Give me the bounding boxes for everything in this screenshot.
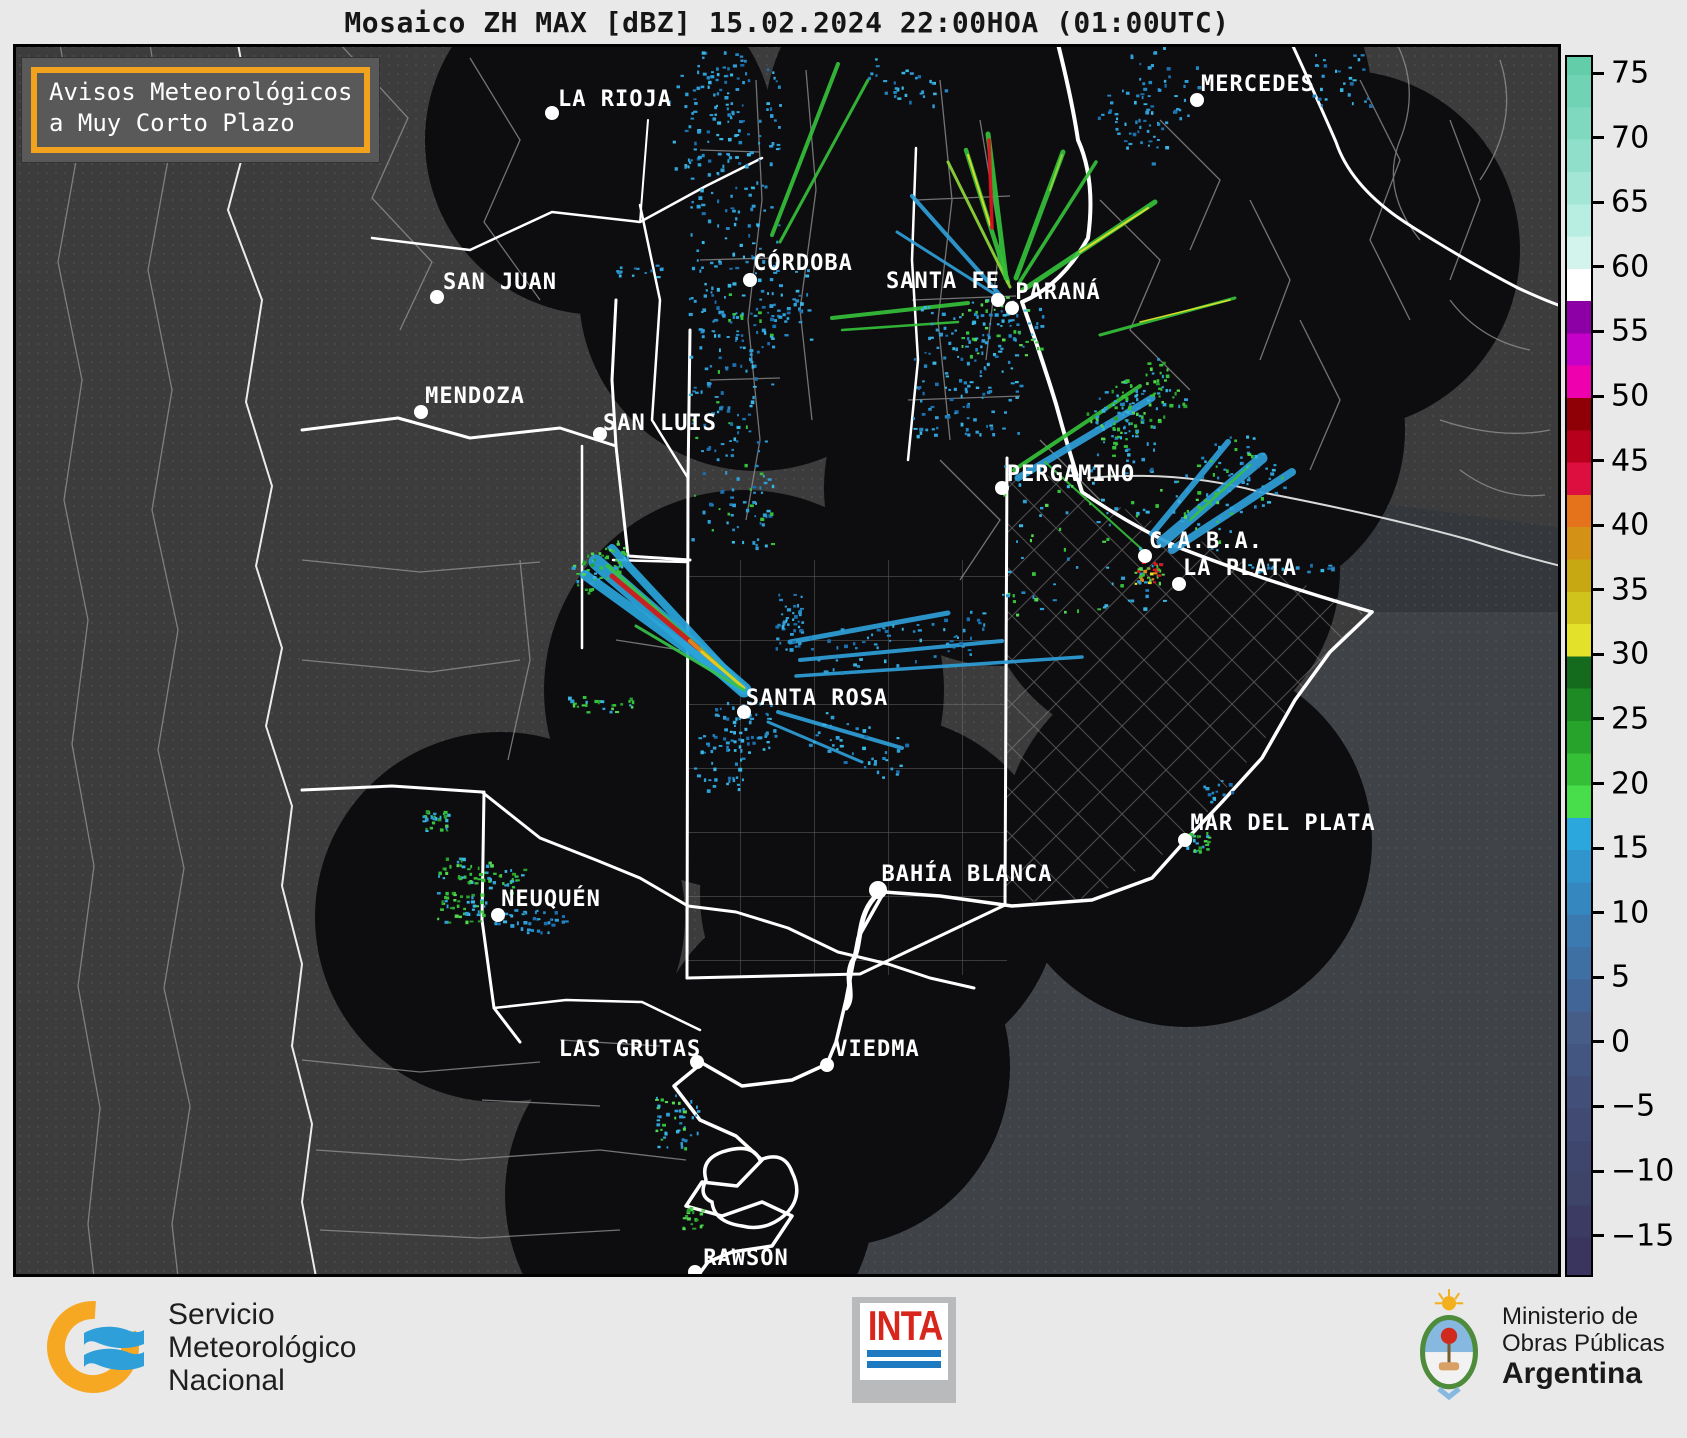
colorbar-tick xyxy=(1593,1169,1604,1173)
inta-bar-1 xyxy=(867,1350,941,1357)
colorbar: 75 70 65 60 55 50 45 40 35 30 25 20 15 10 5 0 −5 −10 −15 xyxy=(1565,55,1687,1277)
colorbar-tick xyxy=(1593,588,1604,592)
city-label: MENDOZA xyxy=(425,384,525,409)
colorbar-tick xyxy=(1593,717,1604,721)
city-label: SANTA ROSA xyxy=(746,686,888,711)
colorbar-tick xyxy=(1593,265,1604,269)
smn-line-1: Servicio xyxy=(168,1297,275,1331)
warning-banner-border: Avisos Meteorológicos a Muy Corto Plazo xyxy=(31,67,371,153)
city-label: VIEDMA xyxy=(834,1037,919,1062)
city-dot xyxy=(991,293,1005,307)
warning-banner: Avisos Meteorológicos a Muy Corto Plazo xyxy=(22,58,380,162)
city-dot xyxy=(430,290,444,304)
colorbar-tick-label: 70 xyxy=(1611,120,1650,156)
colorbar-tick-label: 45 xyxy=(1611,443,1650,479)
city-label: MERCEDES xyxy=(1201,72,1315,97)
argentina-coat-of-arms-icon xyxy=(1420,1289,1478,1401)
city-label: PARANÁ xyxy=(1015,279,1100,305)
colorbar-tick-label: 5 xyxy=(1611,959,1631,995)
colorbar-tick-label: 15 xyxy=(1611,830,1650,866)
colorbar-gradient xyxy=(1565,55,1593,1277)
colorbar-tick-label: −5 xyxy=(1611,1088,1656,1124)
ministry-line-1: Ministerio de xyxy=(1502,1302,1639,1330)
colorbar-tick-label: 35 xyxy=(1611,572,1650,608)
colorbar-tick xyxy=(1593,975,1604,979)
ministry-line-3: Argentina xyxy=(1502,1356,1643,1390)
colorbar-tick-label: 55 xyxy=(1611,313,1650,349)
colorbar-tick xyxy=(1593,394,1604,398)
footer: Servicio Meteorológico Nacional INTA Min… xyxy=(0,1277,1687,1438)
inta-logo-inner: INTA xyxy=(860,1303,948,1380)
inta-bar-2 xyxy=(867,1361,941,1368)
colorbar-tick xyxy=(1593,71,1604,75)
colorbar-tick xyxy=(1593,1040,1604,1044)
radar-mosaic-product: Mosaico ZH MAX [dBZ] 15.02.2024 22:00HOA… xyxy=(0,0,1687,1438)
city-label: SANTA FE xyxy=(886,269,1000,294)
colorbar-tick-label: 10 xyxy=(1611,895,1650,931)
city-label: LA RIOJA xyxy=(558,87,672,112)
colorbar-tick xyxy=(1593,459,1604,463)
colorbar-tick-label: −10 xyxy=(1611,1153,1675,1189)
city-dot xyxy=(545,106,559,120)
city-label: RAWSON xyxy=(703,1246,788,1271)
warning-line-2: a Muy Corto Plazo xyxy=(49,109,295,137)
colorbar-tick-label: 50 xyxy=(1611,378,1650,414)
warning-line-1: Avisos Meteorológicos xyxy=(49,78,353,106)
city-label: C.A.B.A. xyxy=(1149,529,1263,554)
colorbar-tick-label: 0 xyxy=(1611,1024,1631,1060)
smn-logo-block: Servicio Meteorológico Nacional xyxy=(44,1293,356,1401)
colorbar-tick xyxy=(1593,846,1604,850)
inta-wordmark: INTA xyxy=(867,1302,943,1349)
colorbar-tick xyxy=(1593,911,1604,915)
colorbar-tick-label: 60 xyxy=(1611,249,1650,285)
city-label: SAN JUAN xyxy=(443,270,557,295)
colorbar-tick xyxy=(1593,136,1604,140)
colorbar-tick xyxy=(1593,782,1604,786)
colorbar-tick xyxy=(1593,523,1604,527)
city-label: LAS GRUTAS xyxy=(559,1037,701,1062)
city-label: NEUQUÉN xyxy=(501,886,601,912)
colorbar-tick-label: 65 xyxy=(1611,184,1650,220)
colorbar-tick-label: 75 xyxy=(1611,55,1650,91)
city-label: CÓRDOBA xyxy=(753,250,853,276)
radar-map: LA RIOJA MERCEDES SAN JUAN CÓRDOBA SANTA FE P… xyxy=(13,44,1561,1277)
colorbar-tick-label: 20 xyxy=(1611,766,1650,802)
colorbar-tick xyxy=(1593,1104,1604,1108)
smn-line-3: Nacional xyxy=(168,1363,285,1397)
city-label: MAR DEL PLATA xyxy=(1190,811,1375,836)
ministry-logo-block: Ministerio de Obras Públicas Argentina xyxy=(1412,1287,1665,1405)
smn-logo-text: Servicio Meteorológico Nacional xyxy=(168,1298,356,1397)
page-title: Mosaico ZH MAX [dBZ] 15.02.2024 22:00HOA… xyxy=(344,6,1230,39)
city-dot xyxy=(820,1058,834,1072)
ministry-line-2: Obras Públicas xyxy=(1502,1329,1665,1357)
colorbar-tick-label: 25 xyxy=(1611,701,1650,737)
smn-line-2: Meteorológico xyxy=(168,1330,357,1364)
city-label: SAN LUIS xyxy=(603,411,717,436)
colorbar-tick xyxy=(1593,652,1604,656)
city-label: LA PLATA xyxy=(1183,556,1297,581)
colorbar-tick xyxy=(1593,1234,1604,1238)
city-label: PERGAMINO xyxy=(1007,462,1135,487)
colorbar-tick xyxy=(1593,200,1604,204)
city-label: BAHÍA BLANCA xyxy=(882,861,1053,887)
colorbar-tick-label: 40 xyxy=(1611,507,1650,543)
colorbar-tick-label: 30 xyxy=(1611,636,1650,672)
colorbar-tick xyxy=(1593,329,1604,333)
inta-logo: INTA xyxy=(852,1297,956,1403)
colorbar-tick-label: −15 xyxy=(1611,1218,1675,1254)
smn-logo-icon xyxy=(47,1301,144,1393)
ministry-text: Ministerio de Obras Públicas Argentina xyxy=(1502,1303,1665,1390)
